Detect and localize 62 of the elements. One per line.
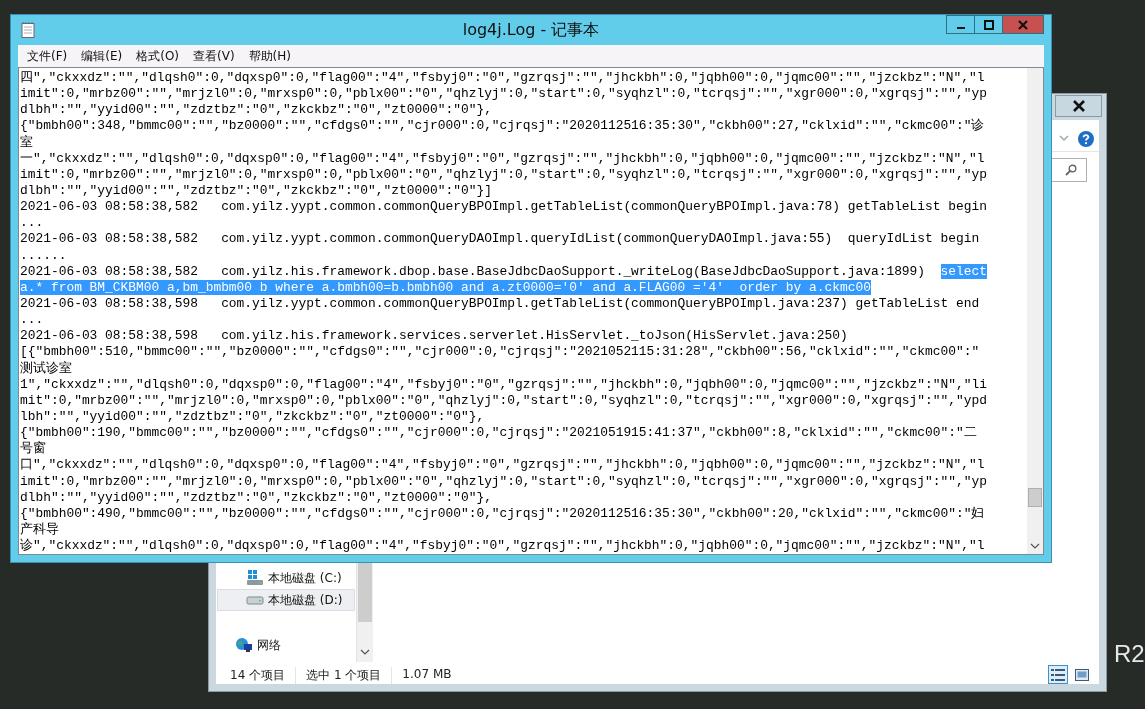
log-text: 诊","ckxxdz":"","dlqsh0":0,"dqxsp0":0,"flag00":"4","fsbyj0":"0","gzrqsj":"","jhckbh":0,"jqbh00":0,"jqmc00":"","jzckbz":"N","l	[20, 538, 985, 554]
nav-item[interactable]: 本地磁盘 (C:)	[217, 567, 355, 589]
log-text: dlbh":"","yyid00":"","zdztbz":"0","zkckbz":"0","zt0000":"0"}]	[20, 183, 492, 198]
menu-item[interactable]: 查看(V)	[186, 47, 242, 65]
log-text: [{"bmbh00":510,"bmmc00":"","bz0000":"","cfdgs0":"","cjr000":0,"cjrqsj":"2021052115:31:28","ckbh00":56,"cklxid":"","ckmc00":"	[20, 344, 980, 360]
log-text: 2021-06-03 08:58:38,582 com.yilz.yypt.common.commonQueryBPOImpl.getTableList(commonQueryBPOImpl.java:78) getTableList begin	[20, 199, 987, 215]
close-icon	[1017, 19, 1029, 30]
menu-item[interactable]: 文件(F)	[20, 47, 75, 65]
maximize-button[interactable]	[974, 15, 1003, 34]
status-text: 1.07 MB	[391, 667, 452, 684]
drive-icon	[246, 570, 264, 586]
status-text: 14 个项目	[230, 667, 286, 684]
maximize-icon	[983, 19, 994, 30]
log-text: {"bmbh00":190,"bmmc00":"","bz0000":"","cfdgs0":"","cjr000":0,"cjrqsj":"2021051915:41:37","ckbh00":8,"cklxid":"","ckmc00":"二	[20, 425, 977, 441]
log-text: ...	[20, 312, 44, 328]
log-text: mit":0,"mrbz00":"","mrjzl0":0,"mrxsp0":0,"pblx00":"0","qhzlyj":0,"start":0,"syqhzl":0,"tcrqsj":"","xgr000":0,"xgrqsj":"","ypd	[20, 392, 987, 408]
selected-text: select	[940, 263, 987, 279]
log-text: 口","ckxxdz":"","dlqsh0":0,"dqxsp0":0,"flag00":"4","fsbyj0":"0","gzrqsj":"","jhckbh":0,"jqbh00":0,"jqmc00":"","jzckbz":"N","l	[20, 457, 985, 473]
scrollbar-thumb[interactable]	[358, 560, 372, 622]
details-view-icon	[1051, 668, 1065, 681]
log-text: {"bmbh00":490,"bmmc00":"","bz0000":"","cfdgs0":"","cjr000":0,"cjrqsj":"2020112516:35:30","ckbh00":20,"cklxid":"","ckmc00":"妇	[20, 505, 985, 521]
log-text: 四","ckxxdz":"","dlqsh0":0,"dqxsp0":0,"flag00":"4","fsbyj0":"0","gzrqsj":"","jhckbh":0,"jqbh00":0,"jqmc00":"","jzckbz":"N","l	[20, 70, 985, 85]
close-icon	[1071, 100, 1086, 112]
log-text: 2021-06-03 08:58:38,598 com.yilz.his.framework.services.serverlet.HisServlet._toJson(HisServlet.java:250)	[20, 328, 848, 344]
drive-icon	[246, 595, 264, 605]
log-text: 室	[20, 134, 33, 150]
selected-text: a.* from BM_CKBM00 a,bm_bmbm00 b where a.bmbh00=b.bmbh00 and a.zt0000='0' and a.FLAG00 ='4' order by a.ckmc00	[20, 279, 871, 295]
log-text: 1","ckxxdz":"","dlqsh0":0,"dqxsp0":0,"flag00":"4","fsbyj0":"0","gzrqsj":"","jhckbh":0,"jqbh00":0,"jqmc00":"","jzckbz":"N","li	[20, 376, 987, 392]
network-icon	[235, 637, 253, 653]
window-title: log4j.Log - 记事本	[462, 20, 600, 41]
scrollbar-thumb[interactable]	[1028, 488, 1042, 507]
log-text: lbh":"","yyid00":"","zdztbz":"0","zkckbz":"0","zt0000":"0"},	[20, 408, 485, 424]
log-text: imit":0,"mrbz00":"","mrjzl0":0,"mrxsp0":0,"pblx00":"0","qhzlyj":0,"start":0,"syqhzl":0,"tcrqsj":"","xgr000":0,"xgrqsj":"","yp	[20, 86, 987, 102]
menu-item[interactable]: 帮助(H)	[241, 47, 298, 65]
help-icon[interactable]	[1078, 131, 1094, 147]
menu-item[interactable]: 格式(O)	[129, 47, 187, 65]
nav-item[interactable]: 网络	[217, 634, 355, 656]
log-text: 2021-06-03 08:58:38,582 com.yilz.yypt.common.commonQueryDAOImpl.queryIdList(commonQueryDAOImpl.java:55) queryIdList begin	[20, 231, 980, 247]
log-text: 产科导	[20, 521, 59, 537]
minimize-button[interactable]	[946, 15, 975, 34]
nav-item[interactable]: 本地磁盘 (D:)	[217, 589, 355, 611]
search-icon	[1065, 164, 1077, 176]
log-text: {"bmbh00":348,"bmmc00":"","bz0000":"","cfdgs0":"","cjr000":0,"cjrqsj":"2020112516:35:30","ckbh00":27,"cklxid":"","ckmc00":"诊	[20, 118, 985, 134]
log-text: imit":0,"mrbz00":"","mrjzl0":0,"mrxsp0":0,"pblx00":"0","qhzlyj":0,"start":0,"syqhzl":0,"tcrqsj":"","xgr000":0,"xgrqsj":"","yp	[20, 166, 987, 182]
log-text: 2021-06-03 08:58:38,582 com.yilz.his.framework.dbop.base.BaseJdbcDaoSupport._writeLog(BaseJdbcDaoSupport.java:1899)	[20, 263, 927, 279]
large-icons-view-icon	[1075, 668, 1089, 681]
log-text: dlbh":"","yyid00":"","zdztbz":"0","zkckbz":"0","zt0000":"0"},	[20, 489, 492, 505]
desktop-text: R2	[1114, 640, 1145, 668]
log-text: 号窗	[20, 441, 46, 457]
status-text: 选中 1 个项目	[295, 667, 382, 684]
log-text: ...	[20, 215, 44, 231]
log-text: dlbh":"","yyid00":"","zdztbz":"0","zkckbz":"0","zt0000":"0"},	[20, 102, 492, 118]
log-text: 一","ckxxdz":"","dlqsh0":0,"dqxsp0":0,"flag00":"4","fsbyj0":"0","gzrqsj":"","jhckbh":0,"jqbh00":0,"jqmc00":"","jzckbz":"N","l	[20, 150, 985, 166]
log-text: 测试诊室	[20, 360, 72, 376]
log-text: ......	[20, 247, 67, 263]
minimize-icon	[956, 27, 965, 29]
menu-item[interactable]: 编辑(E)	[74, 47, 130, 65]
close-button[interactable]	[1055, 95, 1102, 117]
view-button[interactable]	[1048, 665, 1068, 684]
log-text: 2021-06-03 08:58:38,598 com.yilz.yypt.common.commonQueryBPOImpl.getTableList(commonQueryBPOImpl.java:237) getTableList end	[20, 295, 980, 311]
log-text: imit":0,"mrbz00":"","mrjzl0":0,"mrxsp0":0,"pblx00":"0","qhzlyj":0,"start":0,"syqhzl":0,"tcrqsj":"","xgr000":0,"xgrqsj":"","yp	[20, 473, 987, 489]
notepad-icon	[21, 22, 35, 38]
